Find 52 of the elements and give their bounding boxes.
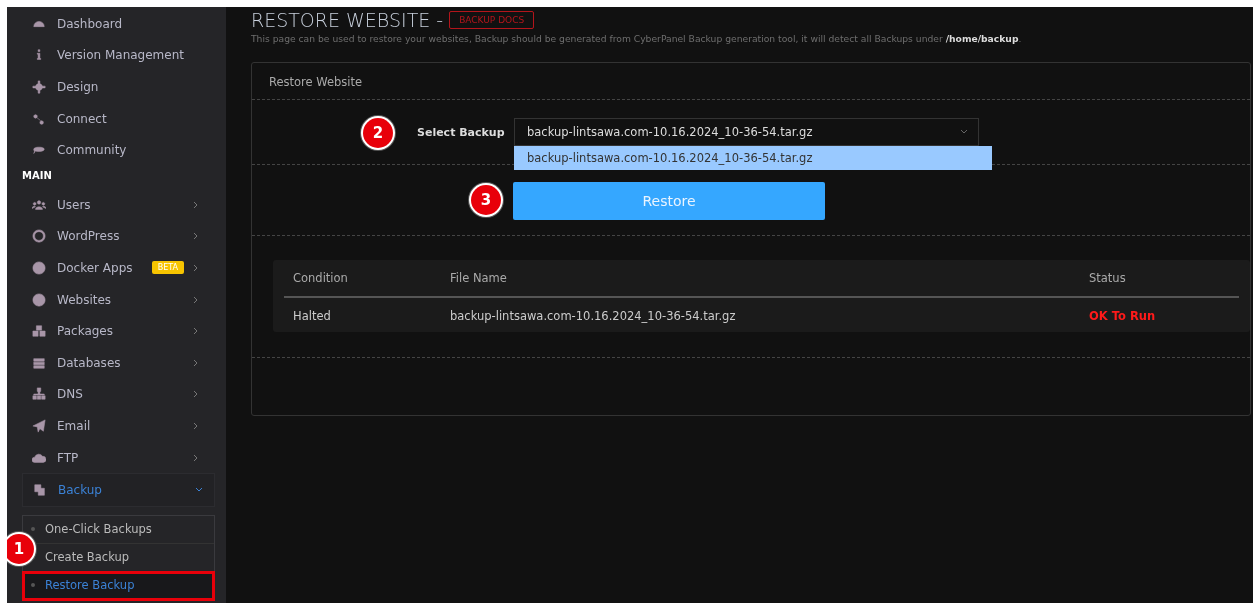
chevron-icon [192,358,200,367]
sidebar-item[interactable]: Version Management [7,39,226,72]
tree-icon [32,387,46,402]
field-label: Select Backup [417,125,506,139]
table-cell-text: backup-lintsawa.com-10.16.2024_10-36-54.tar.gz [450,309,737,323]
sidebar-item[interactable]: Community [7,134,226,166]
sidebar-item[interactable]: Docker Apps BETA [7,252,226,284]
sidebar-item[interactable]: Packages [7,315,226,347]
step-marker: 1 [7,534,34,564]
chevron-icon [192,263,200,272]
link-icon [32,111,46,126]
table-cell-text: OK To Run [1089,309,1157,323]
sidebar-item[interactable]: Users [7,188,226,221]
cloud-icon [32,450,46,465]
sidebar-item[interactable]: WordPress [7,220,226,253]
page-description: This page can be used to restore your websites, Backup should be generated from CyberPanel Backup generation tool, it will detect all Backups under /home/backup. [251,33,1023,44]
sidebar-item[interactable]: DNS [7,378,226,411]
chevron-icon [192,232,200,241]
caret-icon [960,128,968,136]
table-cell-text: Halted [293,309,332,323]
dropdown-option[interactable]: backup-lintsawa.com-10.16.2024_10-36-54.tar.gz [514,146,992,170]
beta-badge: BETA [151,261,184,275]
cubes-icon [32,324,46,339]
page-title: RESTORE WEBSITE - [251,9,444,31]
sidebar-item[interactable]: Databases [7,346,226,379]
step-marker: 2 [363,118,393,148]
column-header: Condition [293,271,349,285]
column-header: Status [1089,271,1127,285]
plane-icon [32,418,46,433]
backup-select[interactable]: backup-lintsawa.com-10.16.2024_10-36-54.tar.gz [514,118,979,146]
sidebar-item[interactable]: Email [7,410,226,442]
sidebar-item[interactable]: Websites [7,283,226,316]
chevron-icon [192,453,200,462]
card-title: Restore Website [252,63,1250,100]
chevron-icon [192,295,200,304]
sidebar-item[interactable]: FTP [7,441,226,474]
submenu-item[interactable]: One-Click Backups [45,515,214,543]
chevron-icon [192,390,200,399]
copy-icon [33,483,47,498]
column-header: File Name [450,271,508,285]
db-icon [32,355,46,370]
step-marker: 3 [471,185,501,215]
chevron-icon [192,327,200,336]
sidebar-item[interactable]: Backup [22,473,215,507]
users-icon [32,197,46,212]
submenu-item[interactable]: Create Backup [45,543,214,571]
chevron-icon [192,421,200,430]
chevron-icon [192,200,200,209]
sidebar-item[interactable]: Design [7,71,226,103]
section-heading: MAIN [21,168,53,183]
sidebar-item[interactable]: Dashboard [7,8,226,40]
sidebar-item[interactable]: Connect [7,102,226,135]
